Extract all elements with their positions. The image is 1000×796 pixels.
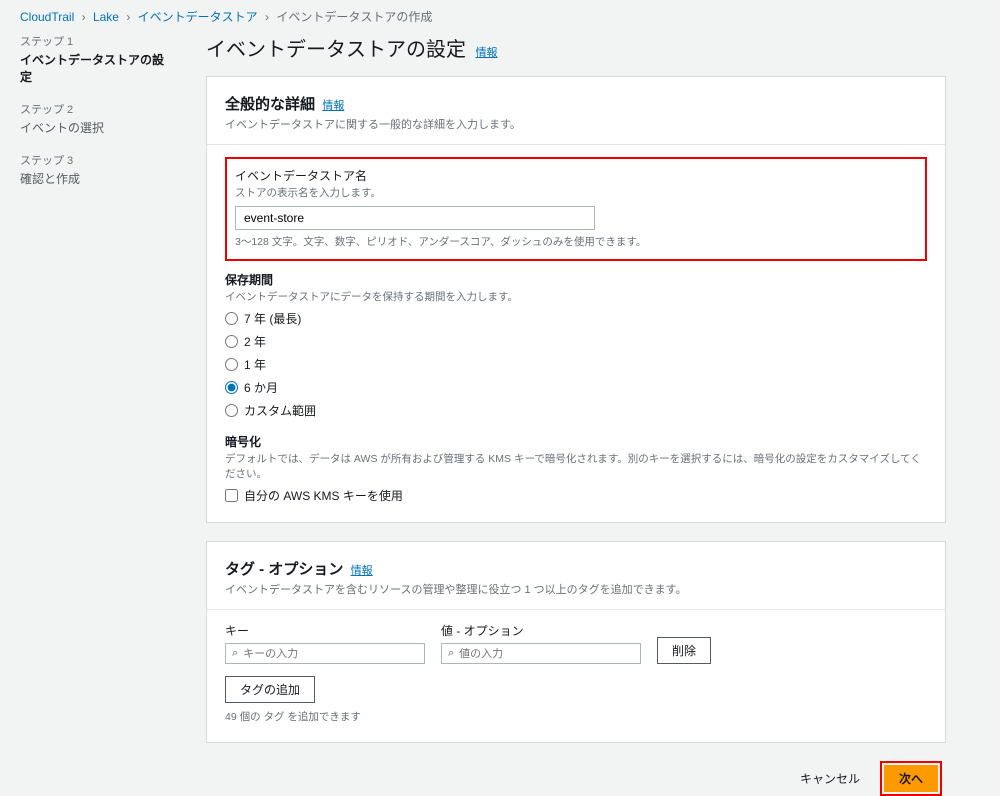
breadcrumb: CloudTrail › Lake › イベントデータストア › イベントデータ… (0, 0, 1000, 33)
tag-key-input-wrapper[interactable]: ⌕ (225, 643, 425, 664)
step-label: 確認と作成 (20, 170, 170, 187)
retention-label: 保存期間 (225, 271, 927, 288)
wizard-step-3[interactable]: ステップ 3 確認と作成 (20, 152, 170, 187)
step-label: イベントデータストアの設定 (20, 51, 170, 85)
page-title: イベントデータストアの設定 情報 (206, 33, 946, 62)
retention-hint: イベントデータストアにデータを保持する期間を入力します。 (225, 289, 927, 304)
panel-header: 全般的な詳細 (225, 96, 315, 113)
use-own-kms-checkbox[interactable]: 自分の AWS KMS キーを使用 (225, 487, 927, 504)
encryption-hint: デフォルトでは、データは AWS が所有および管理する KMS キーで暗号化され… (225, 451, 927, 481)
chevron-right-icon: › (82, 10, 86, 24)
retention-option-custom[interactable]: カスタム範囲 (225, 402, 927, 419)
cancel-button[interactable]: キャンセル (790, 764, 870, 793)
tag-value-input[interactable] (459, 648, 634, 660)
tags-panel: タグ - オプション 情報 イベントデータストアを含むリソースの管理や整理に役立… (206, 541, 946, 743)
tag-key-input[interactable] (243, 648, 418, 660)
tag-value-input-wrapper[interactable]: ⌕ (441, 643, 641, 664)
add-tag-button[interactable]: タグの追加 (225, 676, 315, 703)
retention-option-1y[interactable]: 1 年 (225, 356, 927, 373)
breadcrumb-link-lake[interactable]: Lake (93, 10, 119, 24)
remove-tag-button[interactable]: 削除 (657, 637, 711, 664)
panel-description: イベントデータストアを含むリソースの管理や整理に役立つ 1 つ以上のタグを追加で… (225, 581, 927, 597)
search-icon: ⌕ (448, 647, 454, 660)
name-field-label: イベントデータストア名 (235, 167, 917, 184)
divider (207, 609, 945, 610)
step-number: ステップ 1 (20, 33, 170, 49)
step-label: イベントの選択 (20, 119, 170, 136)
chevron-right-icon: › (126, 10, 130, 24)
general-details-panel: 全般的な詳細 情報 イベントデータストアに関する一般的な詳細を入力します。 イベ… (206, 76, 946, 523)
panel-description: イベントデータストアに関する一般的な詳細を入力します。 (225, 116, 927, 132)
retention-option-2y[interactable]: 2 年 (225, 333, 927, 350)
step-number: ステップ 3 (20, 152, 170, 168)
breadcrumb-link-cloudtrail[interactable]: CloudTrail (20, 10, 74, 24)
retention-option-6m[interactable]: 6 か月 (225, 379, 927, 396)
search-icon: ⌕ (232, 647, 238, 660)
wizard-step-2[interactable]: ステップ 2 イベントの選択 (20, 101, 170, 136)
breadcrumb-current: イベントデータストアの作成 (276, 10, 432, 24)
wizard-step-1[interactable]: ステップ 1 イベントデータストアの設定 (20, 33, 170, 85)
info-link[interactable]: 情報 (351, 565, 373, 577)
wizard-sidebar: ステップ 1 イベントデータストアの設定 ステップ 2 イベントの選択 ステップ… (20, 33, 170, 796)
event-store-name-input[interactable] (235, 206, 595, 230)
name-field-rule: 3～128 文字。文字、数字、ピリオド、アンダースコア、ダッシュのみを使用できま… (235, 234, 917, 249)
retention-option-7y[interactable]: 7 年 (最長) (225, 310, 927, 327)
info-link[interactable]: 情報 (476, 47, 498, 59)
encryption-label: 暗号化 (225, 433, 927, 450)
panel-header: タグ - オプション (225, 561, 343, 578)
tag-key-label: キー (225, 622, 425, 639)
footer-actions: キャンセル 次へ (206, 761, 946, 796)
tag-limit-text: 49 個の タグ を追加できます (225, 709, 927, 724)
highlight-annotation: イベントデータストア名 ストアの表示名を入力します。 3～128 文字。文字、数… (225, 157, 927, 261)
chevron-right-icon: › (265, 10, 269, 24)
tag-value-label: 値 - オプション (441, 622, 641, 639)
divider (207, 144, 945, 145)
info-link[interactable]: 情報 (322, 100, 344, 112)
name-field-hint: ストアの表示名を入力します。 (235, 185, 917, 200)
breadcrumb-link-eventstore[interactable]: イベントデータストア (138, 10, 258, 24)
highlight-annotation: 次へ (880, 761, 942, 796)
step-number: ステップ 2 (20, 101, 170, 117)
next-button[interactable]: 次へ (884, 765, 938, 792)
